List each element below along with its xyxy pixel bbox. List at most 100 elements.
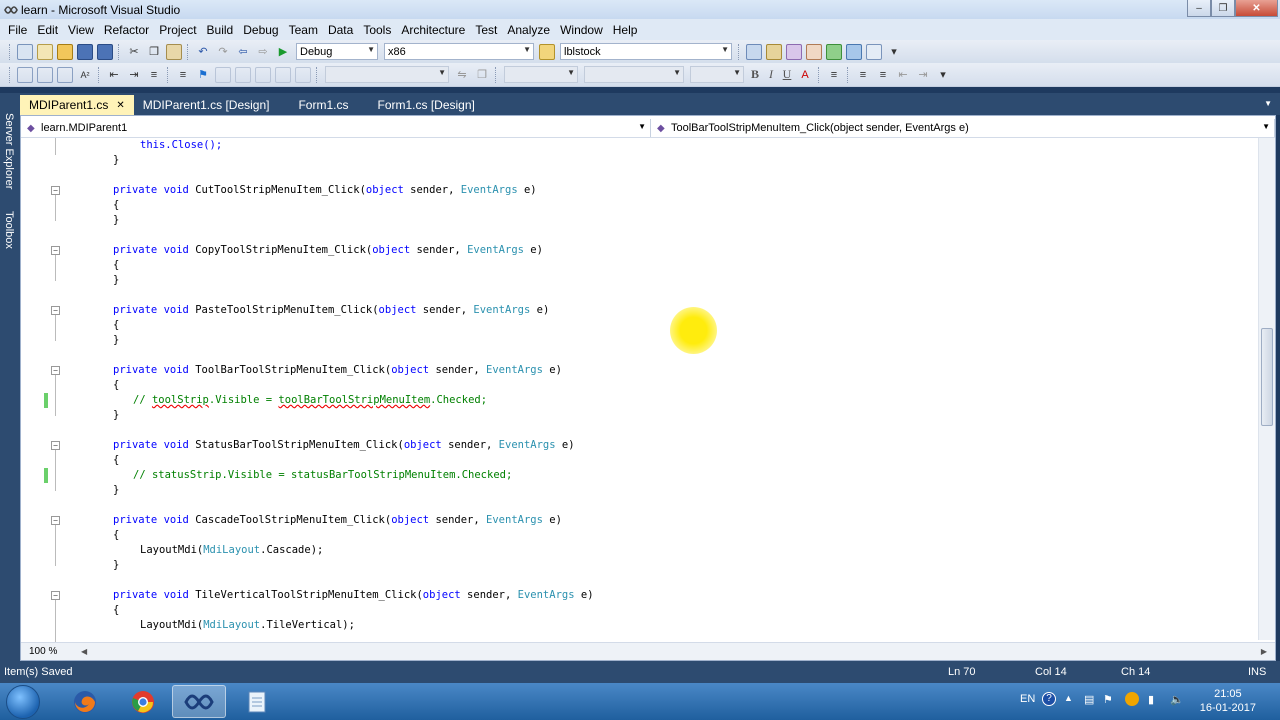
tab-mdiparent1-design[interactable]: MDIParent1.cs [Design] [134,95,279,115]
toolbar-grip[interactable] [9,66,12,83]
window-layout-icon[interactable] [866,43,882,60]
paste-icon[interactable] [166,43,182,60]
menu-view[interactable]: View [63,23,99,37]
taskbar-visual-studio[interactable] [172,685,226,718]
numbered-list-icon[interactable]: ≡ [855,67,871,83]
start-button[interactable] [6,685,40,719]
menu-analyze[interactable]: Analyze [502,23,555,37]
help-icon[interactable]: ? [1042,692,1056,706]
toolbar-grip[interactable] [9,43,12,60]
comment-lines-icon[interactable]: ≡ [146,67,162,83]
previous-bookmark-icon[interactable] [215,66,231,83]
collapse-icon[interactable]: − [51,516,60,525]
tab-mdiparent1-cs[interactable]: MDIParent1.cs ✕ [20,95,134,115]
code-area[interactable]: − − − − − − − this.Close(); } private vo… [21,138,1257,642]
previous-bookmark-folder-icon[interactable] [255,66,271,83]
app-tray-icon[interactable] [1125,692,1139,706]
close-button[interactable]: ✕ [1235,0,1278,17]
language-indicator[interactable]: EN [1020,693,1035,705]
uncomment-lines-icon[interactable]: ≡ [175,67,191,83]
power-icon[interactable]: ▮ [1148,693,1154,706]
scroll-right-icon[interactable]: ▶ [1261,647,1267,656]
toolbar-options-icon[interactable]: ▾ [886,44,902,60]
restore-button[interactable]: ❐ [1211,0,1235,17]
taskbar-firefox[interactable] [58,685,112,718]
action-center-icon[interactable]: ⚑ [1103,693,1113,706]
code-editor[interactable]: ◆ learn.MDIParent1 ▼ ◆ ToolBarToolStripM… [20,115,1276,661]
navigate-backward-icon[interactable]: ⇦ [235,44,251,60]
new-project-icon[interactable] [17,43,33,60]
copy-icon[interactable]: ❐ [146,44,162,60]
properties-icon[interactable] [766,43,782,60]
toolbar-options-icon[interactable]: ▾ [935,67,951,83]
collapse-icon[interactable]: − [51,591,60,600]
outdent-icon[interactable]: ⇤ [895,67,911,83]
collapse-icon[interactable]: − [51,366,60,375]
tab-list-dropdown-icon[interactable]: ▼ [1264,99,1272,108]
indent-icon[interactable]: ⇥ [915,67,931,83]
scroll-left-icon[interactable]: ◀ [81,647,87,656]
member-dropdown[interactable]: ◆ ToolBarToolStripMenuItem_Click(object … [651,119,1275,137]
collapse-icon[interactable]: − [51,306,60,315]
start-debugging-icon[interactable]: ▶ [275,44,291,60]
bulleted-list-icon[interactable]: ≡ [875,67,891,83]
server-explorer-tab[interactable]: Server Explorer [3,113,15,189]
menu-test[interactable]: Test [470,23,502,37]
parameter-info-icon[interactable] [37,66,53,83]
toolbox-tab[interactable]: Toolbox [3,211,15,249]
quick-info-icon[interactable] [57,66,73,83]
open-file-icon[interactable] [57,43,73,60]
menu-help[interactable]: Help [608,23,643,37]
object-browser-icon[interactable] [786,43,802,60]
taskbar-chrome[interactable] [116,685,170,718]
extension-manager-icon[interactable] [846,43,862,60]
navigate-forward-icon[interactable]: ⇨ [255,44,271,60]
configuration-combo[interactable]: Debug ▼ [296,43,378,60]
collapse-icon[interactable]: − [51,186,60,195]
menu-debug[interactable]: Debug [238,23,283,37]
menu-file[interactable]: File [3,23,32,37]
word-completion-icon[interactable]: A² [77,67,93,83]
toolbox-icon[interactable] [806,43,822,60]
decrease-indent-icon[interactable]: ⇤ [106,67,122,83]
bold-icon[interactable]: B [747,67,763,82]
collapse-icon[interactable]: − [51,441,60,450]
italic-icon[interactable]: I [763,67,779,82]
text-color-icon[interactable]: A [797,67,813,83]
save-all-icon[interactable] [97,43,113,60]
member-list-icon[interactable] [17,66,33,83]
menu-project[interactable]: Project [154,23,201,37]
redo-icon[interactable]: ↷ [215,44,231,60]
menu-architecture[interactable]: Architecture [396,23,470,37]
scroll-thumb[interactable] [1261,328,1273,426]
toggle-bookmark-icon[interactable]: ⚑ [195,67,211,83]
system-clock[interactable]: 21:05 16-01-2017 [1200,687,1256,715]
platform-combo[interactable]: x86 ▼ [384,43,534,60]
next-bookmark-folder-icon[interactable] [275,66,291,83]
menu-data[interactable]: Data [323,23,358,37]
type-dropdown[interactable]: ◆ learn.MDIParent1 ▼ [21,119,651,137]
save-icon[interactable] [77,43,93,60]
clear-bookmarks-icon[interactable] [295,66,311,83]
menu-build[interactable]: Build [202,23,239,37]
cut-icon[interactable]: ✂ [126,44,142,60]
menu-edit[interactable]: Edit [32,23,63,37]
menu-tools[interactable]: Tools [358,23,396,37]
tab-form1-design[interactable]: Form1.cs [Design] [357,95,483,115]
start-page-icon[interactable] [826,43,842,60]
volume-icon[interactable]: 🔈 [1170,693,1184,706]
collapse-icon[interactable]: − [51,246,60,255]
solution-explorer-icon[interactable] [746,43,762,60]
menu-window[interactable]: Window [555,23,608,37]
tab-form1-cs[interactable]: Form1.cs [278,95,357,115]
undo-icon[interactable]: ↶ [195,44,211,60]
menu-team[interactable]: Team [284,23,323,37]
add-item-icon[interactable] [37,43,53,60]
underline-icon[interactable]: U [779,67,795,82]
increase-indent-icon[interactable]: ⇥ [126,67,142,83]
tray-chevron-icon[interactable]: ▲ [1064,693,1073,703]
zoom-level[interactable]: 100 % [21,646,81,657]
find-in-files-icon[interactable] [539,43,555,60]
next-bookmark-icon[interactable] [235,66,251,83]
network-icon[interactable]: ▤ [1084,693,1094,706]
